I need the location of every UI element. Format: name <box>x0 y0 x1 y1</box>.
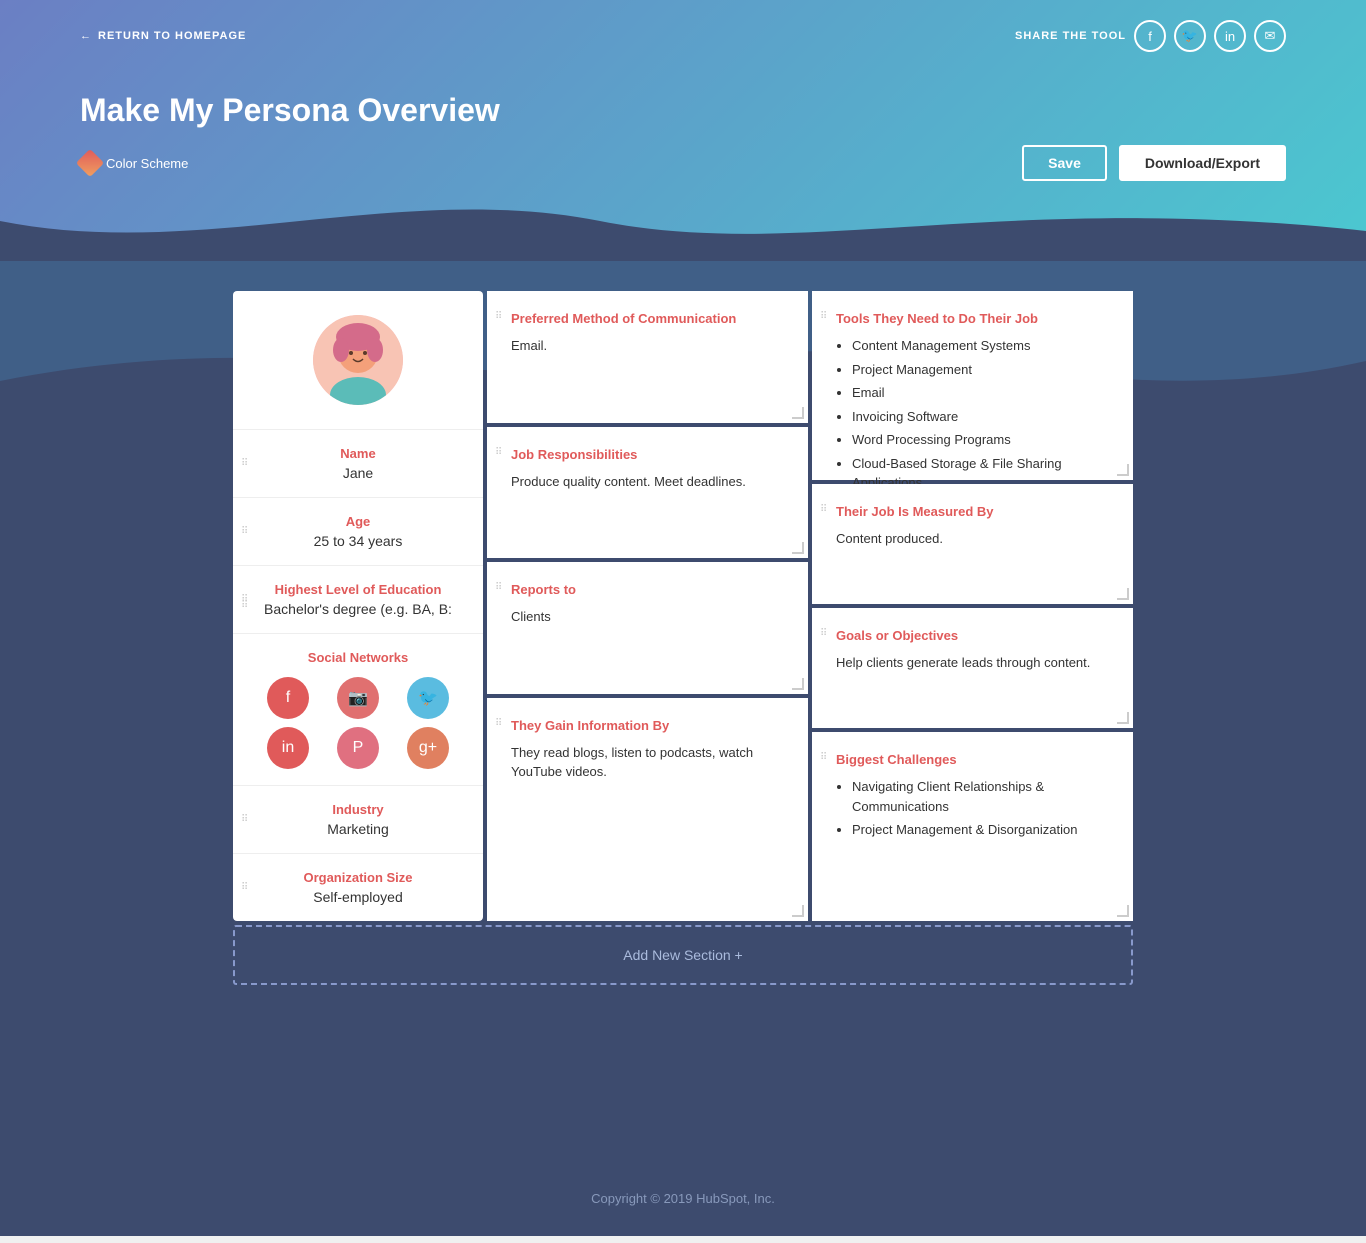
resize-handle-measured[interactable] <box>1117 588 1129 600</box>
job-responsibilities-card: ⠿ Job Responsibilities Produce quality c… <box>487 427 808 559</box>
return-label: RETURN TO HOMEPAGE <box>98 30 246 42</box>
tool-item-4: Invoicing Software <box>852 407 1109 427</box>
info-value: They read blogs, listen to podcasts, wat… <box>511 743 784 782</box>
save-button[interactable]: Save <box>1022 145 1107 181</box>
social-networks-section: ⠿ Social Networks f 📷 🐦 in P g+ <box>233 634 483 786</box>
persona-middle-column: ⠿ Preferred Method of Communication Emai… <box>487 291 808 921</box>
drag-handle-name: ⠿ <box>241 458 248 470</box>
tool-item-1: Content Management Systems <box>852 336 1109 356</box>
drag-handle-job: ⠿ <box>495 447 502 458</box>
challenges-label: Biggest Challenges <box>836 752 1109 767</box>
resize-handle-job[interactable] <box>792 542 804 554</box>
tools-card: ⠿ Tools They Need to Do Their Job Conten… <box>812 291 1133 480</box>
goals-card: ⠿ Goals or Objectives Help clients gener… <box>812 608 1133 728</box>
drag-handle-social: ⠿ <box>241 600 248 612</box>
org-size-label: Organization Size <box>257 870 459 885</box>
gain-information-card: ⠿ They Gain Information By They read blo… <box>487 698 808 921</box>
drag-handle-reports: ⠿ <box>495 582 502 593</box>
resize-handle-tools[interactable] <box>1117 464 1129 476</box>
avatar[interactable] <box>313 315 403 405</box>
return-homepage-link[interactable]: ← RETURN TO HOMEPAGE <box>80 30 246 42</box>
education-field: ⠿ Highest Level of Education Bachelor's … <box>233 566 483 634</box>
persona-left-column: ⠿ Name Jane ⠿ Age 25 to 34 years ⠿ Highe… <box>233 291 483 921</box>
tool-item-3: Email <box>852 383 1109 403</box>
persona-right-column: ⠿ Tools They Need to Do Their Job Conten… <box>812 291 1133 921</box>
drag-handle-tools: ⠿ <box>820 311 827 322</box>
avatar-section <box>233 291 483 430</box>
add-new-section-button[interactable]: Add New Section + <box>233 925 1133 985</box>
goals-label: Goals or Objectives <box>836 628 1109 643</box>
page-title: Make My Persona Overview <box>80 92 1286 129</box>
share-linkedin-button[interactable]: in <box>1214 20 1246 52</box>
resize-handle-comm[interactable] <box>792 407 804 419</box>
education-value: Bachelor's degree (e.g. BA, B: <box>257 601 459 617</box>
org-size-field: ⠿ Organization Size Self-employed <box>233 854 483 921</box>
name-value: Jane <box>257 465 459 481</box>
social-label: Social Networks <box>257 650 459 665</box>
drag-handle-comm: ⠿ <box>495 311 502 322</box>
copyright-text: Copyright © 2019 HubSpot, Inc. <box>591 1191 775 1206</box>
arrow-left-icon: ← <box>80 30 92 42</box>
challenge-item-1: Navigating Client Relationships & Commun… <box>852 777 1109 816</box>
social-icons-grid: f 📷 🐦 in P g+ <box>257 677 459 769</box>
share-facebook-button[interactable]: f <box>1134 20 1166 52</box>
linkedin-icon-button[interactable]: in <box>267 727 309 769</box>
reports-to-card: ⠿ Reports to Clients <box>487 562 808 694</box>
challenges-card: ⠿ Biggest Challenges Navigating Client R… <box>812 732 1133 921</box>
challenge-item-2: Project Management & Disorganization <box>852 820 1109 840</box>
education-label: Highest Level of Education <box>257 582 459 597</box>
color-scheme-label: Color Scheme <box>106 156 188 171</box>
challenges-list: Navigating Client Relationships & Commun… <box>836 777 1109 840</box>
org-size-value: Self-employed <box>257 889 459 905</box>
tool-item-5: Word Processing Programs <box>852 430 1109 450</box>
measured-label: Their Job Is Measured By <box>836 504 1109 519</box>
age-field: ⠿ Age 25 to 34 years <box>233 498 483 566</box>
communication-card: ⠿ Preferred Method of Communication Emai… <box>487 291 808 423</box>
industry-field: ⠿ Industry Marketing <box>233 786 483 854</box>
measured-value: Content produced. <box>836 529 1109 549</box>
resize-handle-goals[interactable] <box>1117 712 1129 724</box>
tools-list: Content Management Systems Project Manag… <box>836 336 1109 493</box>
reports-to-value: Clients <box>511 607 784 627</box>
share-label: SHARE THE TOOL <box>1015 30 1126 42</box>
download-export-button[interactable]: Download/Export <box>1119 145 1286 181</box>
share-email-button[interactable]: ✉ <box>1254 20 1286 52</box>
goals-value: Help clients generate leads through cont… <box>836 653 1109 673</box>
reports-to-label: Reports to <box>511 582 784 597</box>
twitter-icon-button[interactable]: 🐦 <box>407 677 449 719</box>
drag-handle-org-size: ⠿ <box>241 882 248 894</box>
pinterest-icon-button[interactable]: P <box>337 727 379 769</box>
job-resp-value: Produce quality content. Meet deadlines. <box>511 472 784 492</box>
resize-handle-challenges[interactable] <box>1117 905 1129 917</box>
job-resp-label: Job Responsibilities <box>511 447 784 462</box>
color-scheme-selector[interactable]: Color Scheme <box>80 153 188 173</box>
resize-handle-info[interactable] <box>792 905 804 917</box>
googleplus-icon-button[interactable]: g+ <box>407 727 449 769</box>
color-icon <box>76 149 104 177</box>
drag-handle-challenges: ⠿ <box>820 752 827 763</box>
drag-handle-age: ⠿ <box>241 526 248 538</box>
drag-handle-measured: ⠿ <box>820 504 827 515</box>
drag-handle-industry: ⠿ <box>241 814 248 826</box>
industry-value: Marketing <box>257 821 459 837</box>
comm-label: Preferred Method of Communication <box>511 311 784 326</box>
industry-label: Industry <box>257 802 459 817</box>
copyright-area: Copyright © 2019 HubSpot, Inc. <box>0 1161 1366 1236</box>
name-field: ⠿ Name Jane <box>233 430 483 498</box>
drag-handle-info: ⠿ <box>495 718 502 729</box>
tool-item-2: Project Management <box>852 360 1109 380</box>
resize-handle-reports[interactable] <box>792 678 804 690</box>
age-value: 25 to 34 years <box>257 533 459 549</box>
tools-label: Tools They Need to Do Their Job <box>836 311 1109 326</box>
measured-by-card: ⠿ Their Job Is Measured By Content produ… <box>812 484 1133 604</box>
name-label: Name <box>257 446 459 461</box>
info-label: They Gain Information By <box>511 718 784 733</box>
drag-handle-goals: ⠿ <box>820 628 827 639</box>
comm-value: Email. <box>511 336 784 356</box>
share-twitter-button[interactable]: 🐦 <box>1174 20 1206 52</box>
instagram-icon-button[interactable]: 📷 <box>337 677 379 719</box>
age-label: Age <box>257 514 459 529</box>
facebook-icon-button[interactable]: f <box>267 677 309 719</box>
